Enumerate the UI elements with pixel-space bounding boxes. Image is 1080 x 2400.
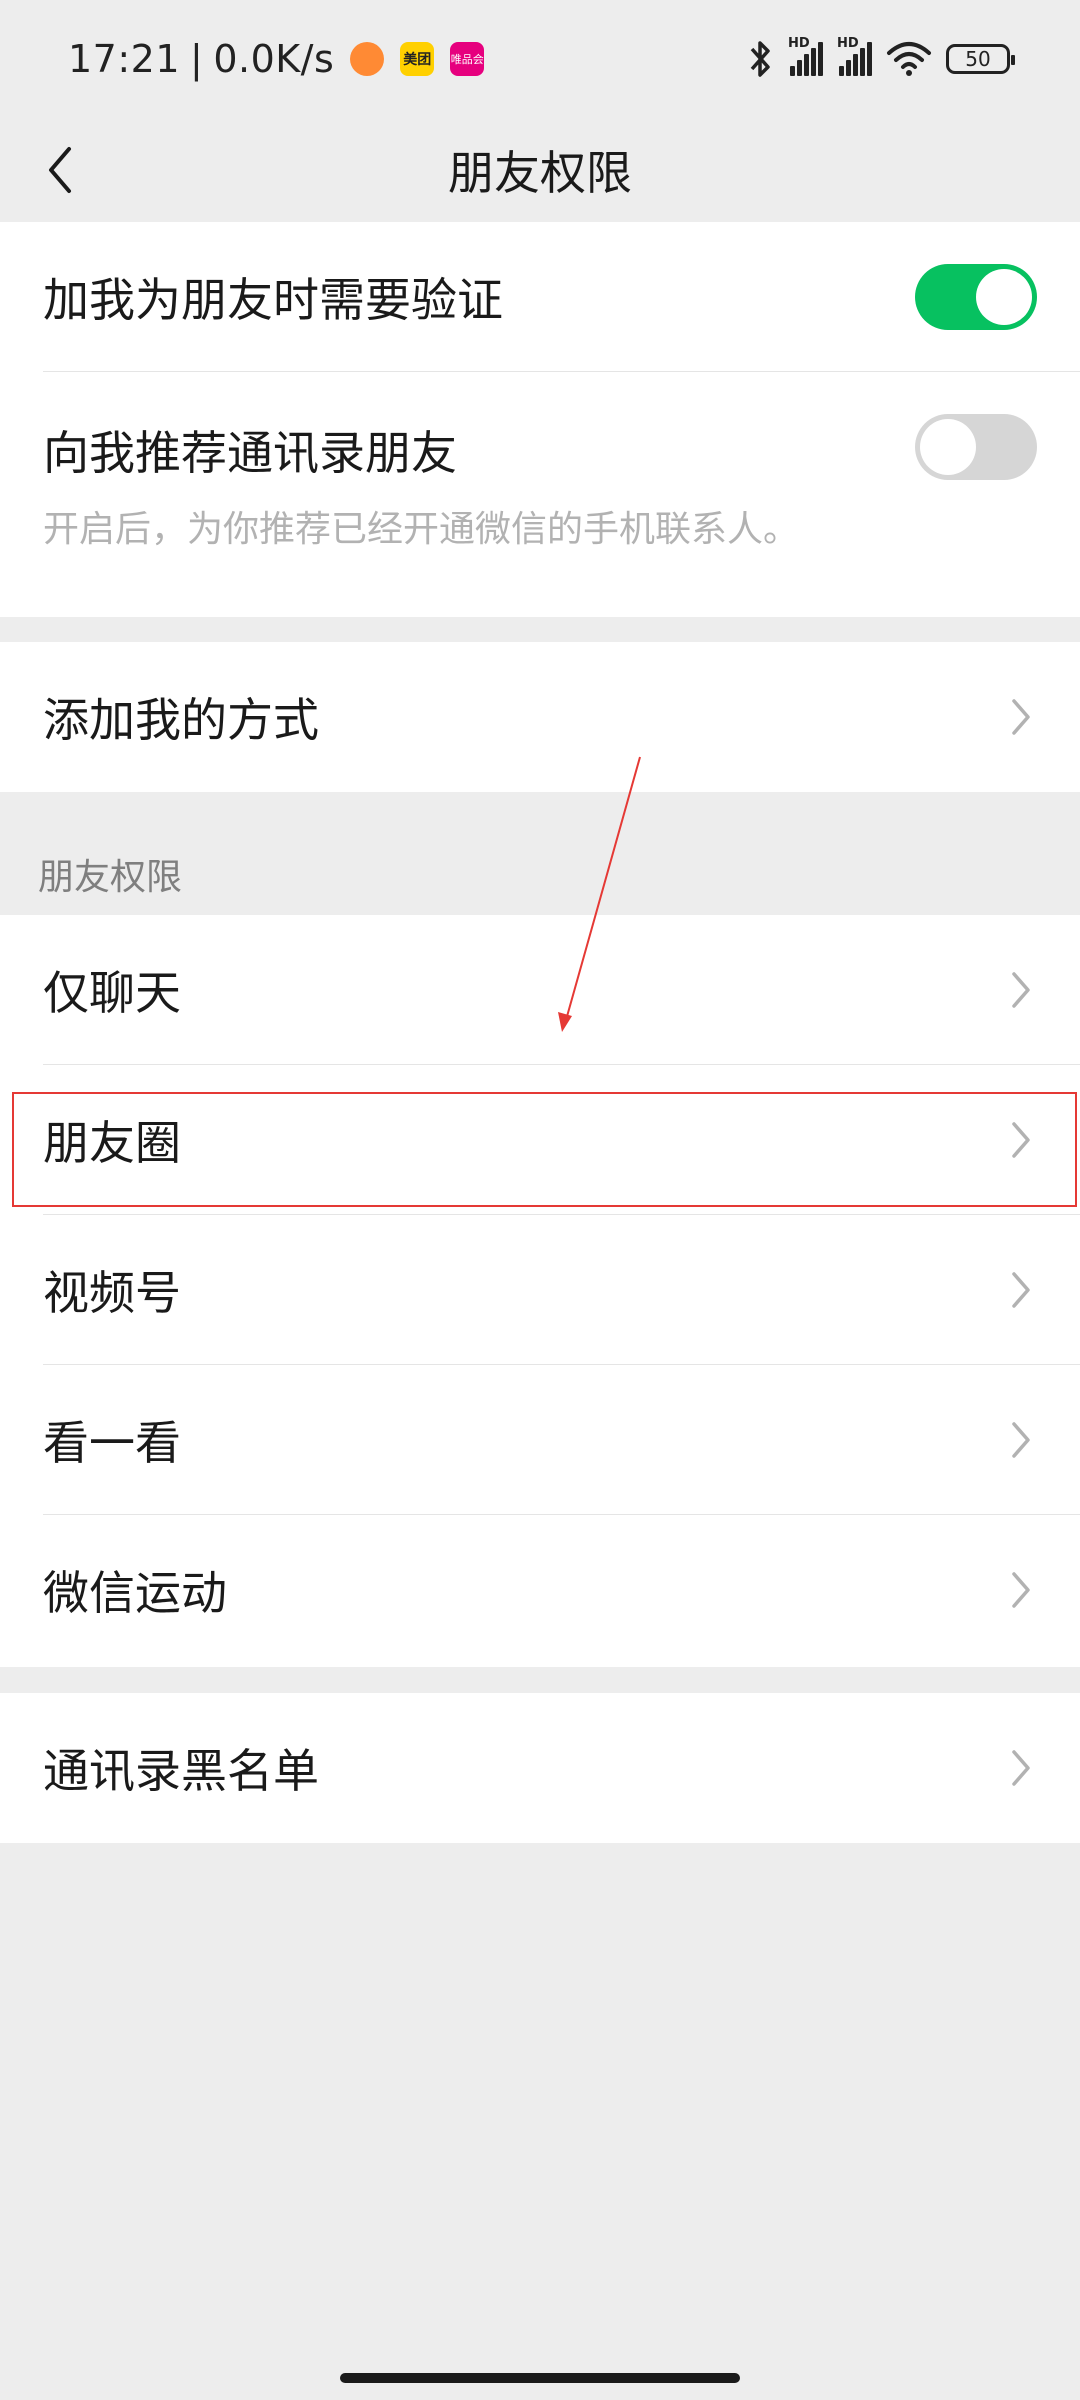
add-methods-row[interactable]: 添加我的方式 bbox=[0, 642, 1080, 792]
recommend-contacts-hint: 开启后，为你推荐已经开通微信的手机联系人。 bbox=[43, 509, 800, 550]
add-methods-group: 添加我的方式 bbox=[0, 642, 1080, 792]
list-item-label: 看一看 bbox=[43, 1416, 181, 1470]
signal-strength-1-icon: HD bbox=[788, 36, 823, 76]
add-methods-label: 添加我的方式 bbox=[43, 693, 319, 747]
hd-label: HD bbox=[788, 36, 810, 51]
battery-level: 50 bbox=[965, 47, 991, 71]
chevron-right-icon bbox=[1012, 1272, 1030, 1308]
friend-permissions-group: 仅聊天 朋友圈 视频号 看一看 微信运动 bbox=[0, 915, 1080, 1667]
verify-friend-row: 加我为朋友时需要验证 bbox=[0, 222, 1080, 372]
chevron-right-icon bbox=[1012, 972, 1030, 1008]
nav-header: 朋友权限 bbox=[0, 118, 1080, 222]
chevron-right-icon bbox=[1012, 1750, 1030, 1786]
recommend-contacts-label: 向我推荐通讯录朋友 bbox=[43, 426, 457, 480]
chevron-right-icon bbox=[1012, 699, 1030, 735]
status-right: HD HD 50 bbox=[748, 36, 1015, 79]
list-item-chat-only[interactable]: 仅聊天 bbox=[0, 915, 1080, 1065]
verify-friend-label: 加我为朋友时需要验证 bbox=[43, 273, 503, 327]
page-title: 朋友权限 bbox=[448, 146, 632, 200]
chevron-right-icon bbox=[1012, 1572, 1030, 1608]
contacts-blacklist-row[interactable]: 通讯录黑名单 bbox=[0, 1693, 1080, 1843]
chevron-left-icon bbox=[49, 147, 71, 193]
network-speed: 0.0K/s bbox=[213, 37, 335, 81]
chevron-right-icon bbox=[1012, 1422, 1030, 1458]
status-separator: | bbox=[190, 37, 204, 81]
list-item-label: 仅聊天 bbox=[43, 966, 181, 1020]
section-header-friend-permissions: 朋友权限 bbox=[38, 857, 183, 898]
toggle-knob bbox=[976, 269, 1032, 325]
wifi-icon bbox=[887, 42, 931, 76]
contacts-blacklist-label: 通讯录黑名单 bbox=[43, 1744, 319, 1798]
list-item-top-stories[interactable]: 看一看 bbox=[0, 1365, 1080, 1515]
status-time: 17:21 bbox=[68, 37, 181, 81]
blacklist-group: 通讯录黑名单 bbox=[0, 1693, 1080, 1843]
toggle-knob bbox=[920, 419, 976, 475]
recommend-contacts-toggle[interactable] bbox=[915, 414, 1037, 480]
hd-label: HD bbox=[837, 36, 859, 51]
annotation-highlight-box bbox=[12, 1092, 1077, 1207]
back-button[interactable] bbox=[30, 140, 90, 200]
home-indicator[interactable] bbox=[340, 2373, 740, 2383]
vipshop-icon: 唯品会 bbox=[450, 42, 485, 76]
privacy-settings-group: 加我为朋友时需要验证 向我推荐通讯录朋友 开启后，为你推荐已经开通微信的手机联系… bbox=[0, 222, 1080, 617]
bluetooth-icon bbox=[750, 41, 770, 77]
list-item-channels[interactable]: 视频号 bbox=[0, 1215, 1080, 1365]
battery-icon: 50 bbox=[946, 44, 1015, 74]
list-item-label: 微信运动 bbox=[43, 1566, 227, 1620]
list-item-wechat-sports[interactable]: 微信运动 bbox=[0, 1515, 1080, 1665]
verify-friend-toggle[interactable] bbox=[915, 264, 1037, 330]
status-bar: 17:21 | 0.0K/s 美团 唯品会 HD HD 50 bbox=[0, 0, 1080, 118]
list-item-label: 视频号 bbox=[43, 1266, 181, 1320]
signal-strength-2-icon: HD bbox=[837, 36, 872, 76]
meituan-icon: 美团 bbox=[400, 42, 435, 76]
recommend-contacts-row: 向我推荐通讯录朋友 开启后，为你推荐已经开通微信的手机联系人。 bbox=[0, 372, 1080, 617]
orange-app-icon bbox=[350, 42, 385, 76]
status-left: 17:21 | 0.0K/s 美团 唯品会 bbox=[68, 37, 485, 81]
